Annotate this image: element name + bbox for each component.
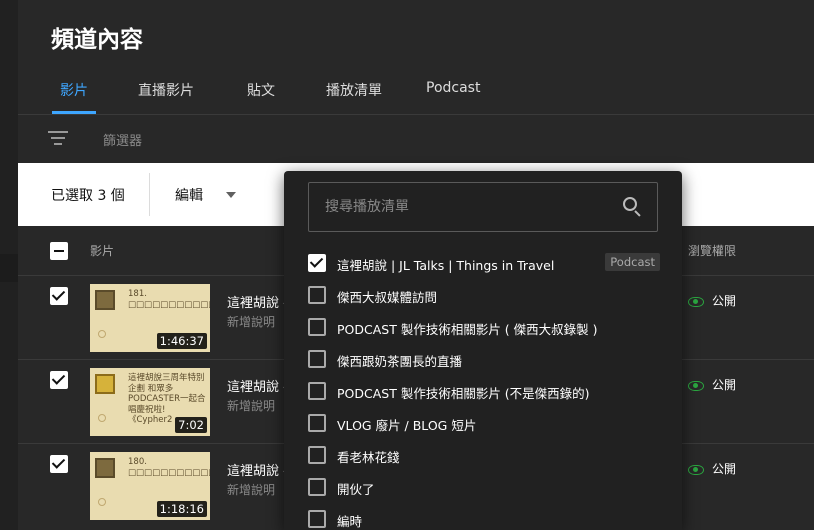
playlist-label: 傑西跟奶茶團長的直播 bbox=[337, 354, 463, 369]
playlist-label: 這裡胡說 | JL Talks | Things in Travel bbox=[337, 258, 555, 273]
playlist-label: 傑西大叔媒體訪問 bbox=[337, 290, 438, 305]
select-all-checkbox[interactable] bbox=[50, 242, 68, 260]
thumbnail-text: 181. □□□□□□□□□□□□□□□□□□□□□□□□□□□□□□□ bbox=[128, 289, 210, 310]
playlist-checkbox[interactable] bbox=[308, 318, 326, 336]
tab-videos[interactable]: 影片 bbox=[52, 80, 96, 114]
playlist-checkbox[interactable] bbox=[308, 382, 326, 400]
thumbnail-photo bbox=[95, 290, 115, 310]
thumbnail-text: 180. □□□□□□□□□□□□□□□□□□□□□□□□□□□□□□□ bbox=[128, 457, 210, 478]
video-description[interactable]: 新增說明 bbox=[227, 397, 275, 414]
podcast-badge: Podcast bbox=[605, 253, 660, 271]
playlist-option[interactable]: 傑西跟奶茶團長的直播 bbox=[284, 343, 682, 375]
selected-count: 已選取 3 個 bbox=[51, 188, 125, 204]
playlist-option[interactable]: PODCAST 製作技術相關影片 (不是傑西錄的) bbox=[284, 375, 682, 407]
thumbnail-logo bbox=[98, 330, 106, 338]
video-thumbnail[interactable]: 181. □□□□□□□□□□□□□□□□□□□□□□□□□□□□□□□ 1:4… bbox=[90, 284, 210, 352]
playlist-option[interactable]: PODCAST 製作技術相關影片 ( 傑西大叔錄製 ) bbox=[284, 311, 682, 343]
playlist-checkbox[interactable] bbox=[308, 286, 326, 304]
filter-input[interactable]: 篩選器 bbox=[103, 130, 142, 149]
content-tabs: 影片 直播影片 貼文 播放清單 Podcast bbox=[18, 0, 814, 115]
thumbnail-logo bbox=[98, 498, 106, 506]
visibility-status[interactable]: 公開 bbox=[688, 460, 736, 477]
row-checkbox[interactable] bbox=[50, 455, 68, 473]
visibility-label: 公開 bbox=[712, 378, 737, 392]
search-icon[interactable] bbox=[623, 197, 643, 217]
visibility-label: 公開 bbox=[712, 462, 737, 476]
video-duration: 7:02 bbox=[175, 417, 207, 433]
left-nav-strip bbox=[0, 0, 18, 530]
playlist-search-box[interactable] bbox=[308, 182, 658, 232]
visibility-status[interactable]: 公開 bbox=[688, 292, 736, 309]
row-checkbox[interactable] bbox=[50, 287, 68, 305]
video-description[interactable]: 新增說明 bbox=[227, 481, 275, 498]
thumbnail-photo bbox=[95, 374, 115, 394]
chevron-down-icon[interactable] bbox=[226, 192, 236, 198]
playlist-label: PODCAST 製作技術相關影片 ( 傑西大叔錄製 ) bbox=[337, 322, 598, 337]
row-checkbox[interactable] bbox=[50, 371, 68, 389]
playlist-label: VLOG 廢片 / BLOG 短片 bbox=[337, 418, 477, 433]
playlist-option[interactable]: 開伙了 bbox=[284, 471, 682, 503]
tab-playlists[interactable]: 播放清單 bbox=[326, 80, 382, 114]
tab-podcast[interactable]: Podcast bbox=[426, 80, 480, 114]
selection-divider bbox=[149, 173, 150, 216]
video-title[interactable]: 這裡胡說 - bbox=[227, 376, 288, 395]
playlist-checkbox[interactable] bbox=[308, 478, 326, 496]
playlist-label: PODCAST 製作技術相關影片 (不是傑西錄的) bbox=[337, 386, 590, 401]
left-nav-marker bbox=[0, 254, 18, 282]
filter-icon[interactable] bbox=[48, 131, 68, 147]
column-header-video: 影片 bbox=[90, 244, 115, 258]
eye-icon bbox=[688, 296, 704, 307]
playlist-option[interactable]: 傑西大叔媒體訪問 bbox=[284, 279, 682, 311]
video-description[interactable]: 新增說明 bbox=[227, 313, 275, 330]
video-title[interactable]: 這裡胡說 - bbox=[227, 460, 288, 479]
thumbnail-logo bbox=[98, 414, 106, 422]
playlist-checkbox[interactable] bbox=[308, 350, 326, 368]
eye-icon bbox=[688, 464, 704, 475]
video-thumbnail[interactable]: 180. □□□□□□□□□□□□□□□□□□□□□□□□□□□□□□□ 1:1… bbox=[90, 452, 210, 520]
playlist-option[interactable]: VLOG 廢片 / BLOG 短片 bbox=[284, 407, 682, 439]
visibility-status[interactable]: 公開 bbox=[688, 376, 736, 393]
column-header-visibility[interactable]: 瀏覽權限 bbox=[688, 242, 736, 259]
visibility-label: 公開 bbox=[712, 294, 737, 308]
tab-live[interactable]: 直播影片 bbox=[138, 80, 194, 114]
playlist-label: 開伙了 bbox=[337, 482, 375, 497]
playlist-checkbox[interactable] bbox=[308, 414, 326, 432]
video-duration: 1:18:16 bbox=[156, 501, 207, 517]
playlist-checkbox[interactable] bbox=[308, 254, 326, 272]
thumbnail-photo bbox=[95, 458, 115, 478]
playlist-label: 看老林花錢 bbox=[337, 450, 400, 465]
playlist-search-input[interactable] bbox=[309, 183, 609, 231]
playlist-option[interactable]: 看老林花錢 bbox=[284, 439, 682, 471]
video-thumbnail[interactable]: 這裡胡說三周年特別企劃 和眾多PODCASTER一起合唱慶祝啦!《Cypher2… bbox=[90, 368, 210, 436]
edit-dropdown-button[interactable]: 編輯 bbox=[175, 185, 203, 205]
playlist-option[interactable]: 編時 bbox=[284, 503, 682, 530]
video-title[interactable]: 這裡胡說 - bbox=[227, 292, 288, 311]
playlist-option[interactable]: 這裡胡說 | JL Talks | Things in Travel Podca… bbox=[284, 247, 682, 279]
video-duration: 1:46:37 bbox=[156, 333, 207, 349]
playlist-dropdown: 這裡胡說 | JL Talks | Things in Travel Podca… bbox=[284, 171, 682, 530]
playlist-label: 編時 bbox=[337, 514, 363, 529]
eye-icon bbox=[688, 380, 704, 391]
playlist-checkbox[interactable] bbox=[308, 510, 326, 528]
filter-bar: 篩選器 bbox=[18, 115, 814, 163]
playlist-checkbox[interactable] bbox=[308, 446, 326, 464]
tab-posts[interactable]: 貼文 bbox=[247, 80, 275, 114]
